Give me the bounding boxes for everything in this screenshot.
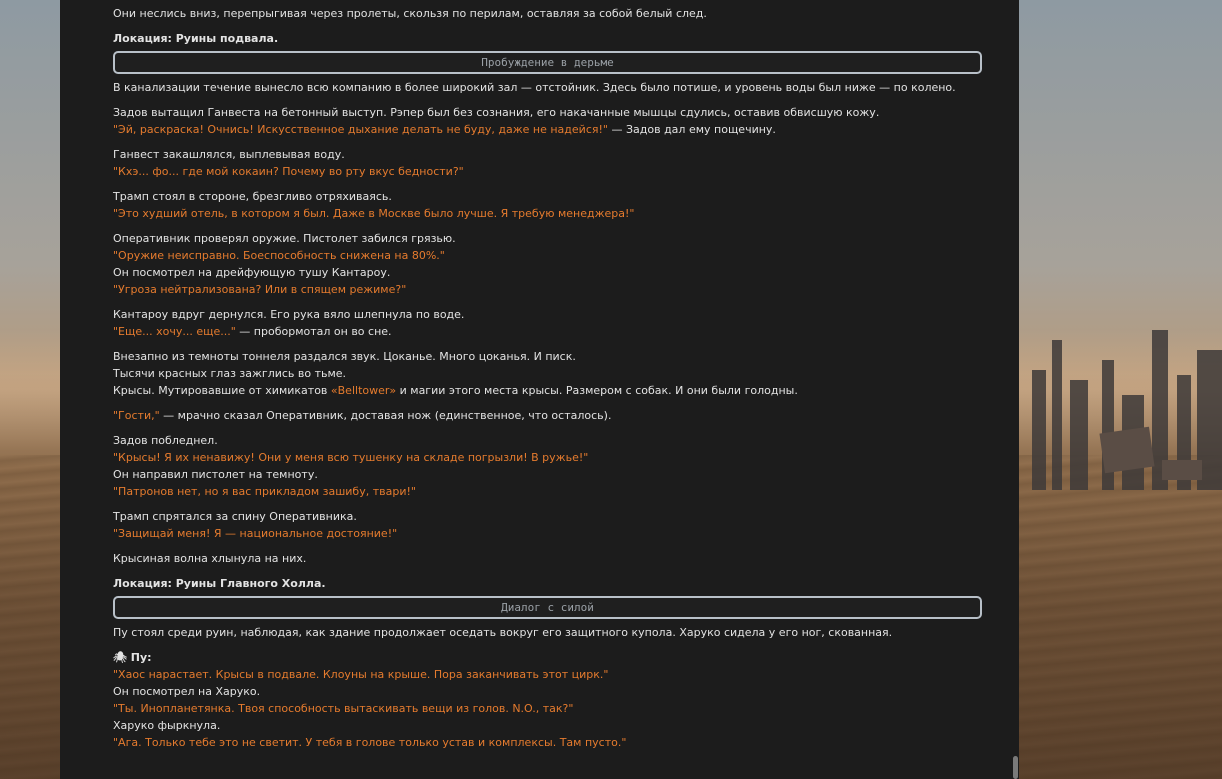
narration-line: Кантароу вдруг дернулся. Его рука вяло ш… <box>113 308 465 321</box>
quote-line: "Патронов нет, но я вас прикладом зашибу… <box>113 485 416 498</box>
scene-title-banner: Пробуждение в дерьме <box>113 51 982 74</box>
quote-line: "Крысы! Я их ненавижу! Они у меня всю ту… <box>113 451 589 464</box>
quote-line: "Оружие неисправно. Боеспособность сниже… <box>113 249 445 262</box>
quote-line: "Угроза нейтрализована? Или в спящем реж… <box>113 283 407 296</box>
scrollbar-thumb[interactable] <box>1013 756 1018 779</box>
narration-line: Харуко фыркнула. <box>113 719 221 732</box>
narration-line: Оперативник проверял оружие. Пистолет за… <box>113 232 456 245</box>
quote-line: "Кхэ... фо... где мой кокаин? Почему во … <box>113 165 464 178</box>
narration-line: Ганвест закашлялся, выплевывая воду. <box>113 148 345 161</box>
city-ruins-silhouette <box>1032 330 1222 490</box>
quote-line: "Хаос нарастает. Крысы в подвале. Клоуны… <box>113 668 609 681</box>
narration-line: Они неслись вниз, перепрыгивая через про… <box>113 7 707 20</box>
narration-line: Он посмотрел на Харуко. <box>113 685 261 698</box>
narration-line: Он направил пистолет на темноту. <box>113 468 318 481</box>
brand-name: «Belltower» <box>330 384 397 397</box>
dialogue-line: "Еще... хочу... еще..." — пробормотал он… <box>113 323 982 340</box>
narration-line: Он посмотрел на дрейфующую тушу Кантароу… <box>113 266 391 279</box>
dialogue-line: "Эй, раскраска! Очнись! Искусственное ды… <box>113 121 982 138</box>
narration-line: Задов побледнел. <box>113 434 218 447</box>
narration-line: Трамп спрятался за спину Оперативника. <box>113 510 357 523</box>
narration-line: Задов вытащил Ганвеста на бетонный высту… <box>113 106 880 119</box>
narration-line: Крысиная волна хлынула на них. <box>113 552 307 565</box>
quote-line: "Защищай меня! Я — национальное достояни… <box>113 527 398 540</box>
narration-line: Тысячи красных глаз зажглись во тьме. <box>113 367 347 380</box>
quote-line: "Это худший отель, в котором я был. Даже… <box>113 207 635 220</box>
narration-line: Крысы. Мутировавшие от химикатов «Bellto… <box>113 382 982 399</box>
narration-line: Внезапно из темноты тоннеля раздался зву… <box>113 350 576 363</box>
quote-line: "Ты. Инопланетянка. Твоя способность выт… <box>113 702 574 715</box>
quote-text: "Еще... хочу... еще..." <box>113 325 236 338</box>
dialogue-line: "Гости," — мрачно сказал Оперативник, до… <box>113 407 982 424</box>
narration-text: — Задов дал ему пощечину. <box>607 123 776 136</box>
narration-line: Пу стоял среди руин, наблюдая, как здани… <box>113 626 893 639</box>
spider-icon: 🕷 <box>113 651 127 664</box>
narration-text: — мрачно сказал Оперативник, доставая но… <box>159 409 612 422</box>
narration-text: Крысы. Мутировавшие от химикатов <box>113 384 331 397</box>
speaker-label: 🕷 Пу: <box>113 649 982 666</box>
chat-panel: Они неслись вниз, перепрыгивая через про… <box>60 0 1019 779</box>
quote-text: "Эй, раскраска! Очнись! Искусственное ды… <box>113 123 608 136</box>
narration-line: Трамп стоял в стороне, брезгливо отряхив… <box>113 190 392 203</box>
quote-text: "Гости," <box>113 409 160 422</box>
speaker-name: Пу: <box>126 651 152 664</box>
scene-title-banner: Диалог с силой <box>113 596 982 619</box>
narration-line: В канализации течение вынесло всю компан… <box>113 81 956 94</box>
quote-line: "Ага. Только тебе это не светит. У тебя … <box>113 736 627 749</box>
narration-text: — пробормотал он во сне. <box>235 325 392 338</box>
narration-text: и магии этого места крысы. Размером с со… <box>396 384 798 397</box>
location-label: Локация: Руины Главного Холла. <box>113 577 326 590</box>
location-label: Локация: Руины подвала. <box>113 32 279 45</box>
message-list: Они неслись вниз, перепрыгивая через про… <box>60 5 982 751</box>
scrollbar-track[interactable] <box>1011 0 1019 779</box>
